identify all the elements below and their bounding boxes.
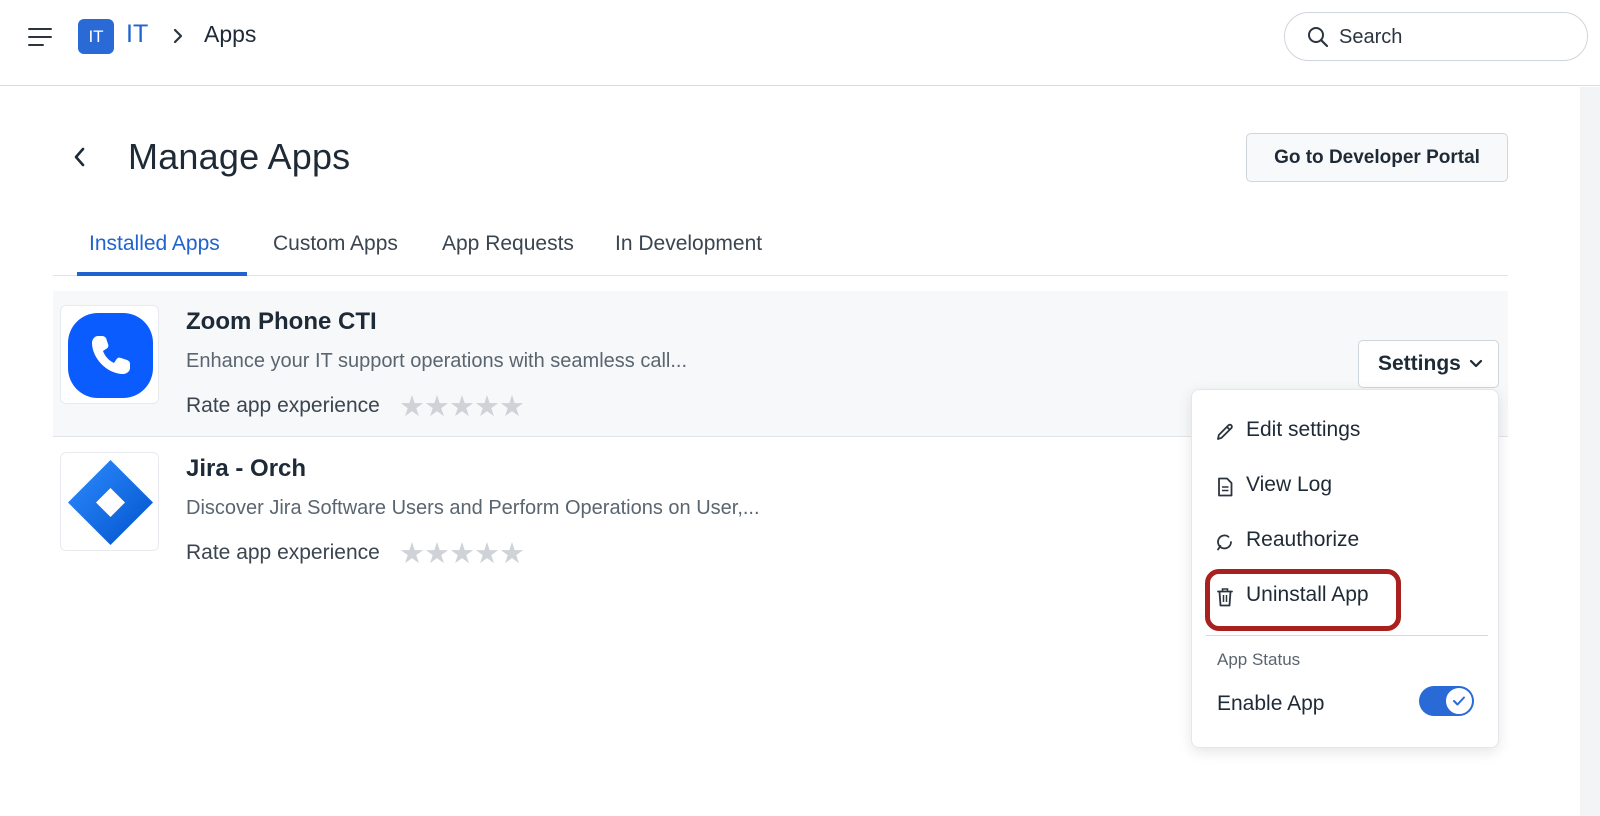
tab-bar: Installed Apps Custom Apps App Requests …	[53, 224, 1508, 276]
active-tab-indicator	[77, 272, 247, 276]
document-icon	[1218, 477, 1233, 497]
menu-item-uninstall-app[interactable]: Uninstall App	[1206, 573, 1486, 621]
phone-icon	[68, 313, 153, 398]
jira-logo	[68, 460, 153, 545]
workspace-badge: IT	[78, 19, 114, 54]
menu-divider	[1206, 635, 1488, 636]
chevron-down-icon	[1469, 359, 1483, 368]
settings-menu: Edit settings View Log Reauthorize Unins…	[1191, 389, 1499, 748]
page-title: Manage Apps	[128, 136, 351, 177]
search-input[interactable]	[1339, 23, 1569, 51]
menu-item-view-log[interactable]: View Log	[1206, 463, 1486, 511]
toggle-knob	[1445, 687, 1473, 715]
app-description: Discover Jira Software Users and Perform…	[186, 497, 760, 519]
app-name: Jira - Orch	[186, 455, 307, 482]
tab-custom-apps[interactable]: Custom Apps	[273, 224, 398, 276]
top-bar: IT IT Apps	[0, 0, 1600, 86]
app-description: Enhance your IT support operations with …	[186, 350, 687, 372]
menu-item-edit-settings[interactable]: Edit settings	[1206, 408, 1486, 456]
pencil-icon	[1217, 423, 1233, 440]
rate-label: Rate app experience	[186, 394, 380, 417]
star-rating[interactable]: ★★★★★	[399, 389, 525, 424]
app-icon-tile	[60, 452, 159, 551]
app-icon-tile	[60, 305, 159, 404]
tab-app-requests[interactable]: App Requests	[442, 224, 574, 276]
menu-item-label: Reauthorize	[1246, 528, 1360, 551]
breadcrumb-workspace-link[interactable]: IT	[126, 20, 148, 49]
search-icon	[1308, 27, 1329, 48]
menu-item-label: View Log	[1246, 473, 1333, 496]
enable-app-toggle[interactable]	[1419, 686, 1474, 716]
star-rating[interactable]: ★★★★★	[399, 536, 525, 571]
check-icon	[1453, 696, 1465, 706]
search-box[interactable]	[1284, 12, 1588, 61]
refresh-icon	[1217, 534, 1232, 551]
breadcrumb-current-page: Apps	[204, 21, 257, 47]
rate-label: Rate app experience	[186, 541, 380, 564]
menu-item-label: Uninstall App	[1246, 583, 1369, 606]
back-arrow-icon[interactable]	[68, 142, 92, 172]
settings-label: Settings	[1378, 352, 1461, 375]
developer-portal-button[interactable]: Go to Developer Portal	[1246, 133, 1508, 182]
tab-installed-apps[interactable]: Installed Apps	[89, 224, 220, 276]
menu-item-label: Edit settings	[1246, 418, 1361, 441]
settings-dropdown-button[interactable]: Settings	[1358, 340, 1499, 388]
menu-item-reauthorize[interactable]: Reauthorize	[1206, 518, 1486, 566]
app-status-label: App Status	[1217, 650, 1301, 669]
scroll-gutter	[1580, 87, 1600, 816]
trash-icon	[1217, 588, 1233, 607]
chevron-right-icon	[173, 28, 183, 44]
enable-app-label: Enable App	[1217, 692, 1325, 715]
hamburger-menu-icon[interactable]	[26, 24, 54, 50]
tab-in-development[interactable]: In Development	[615, 224, 762, 276]
app-name: Zoom Phone CTI	[186, 308, 377, 335]
